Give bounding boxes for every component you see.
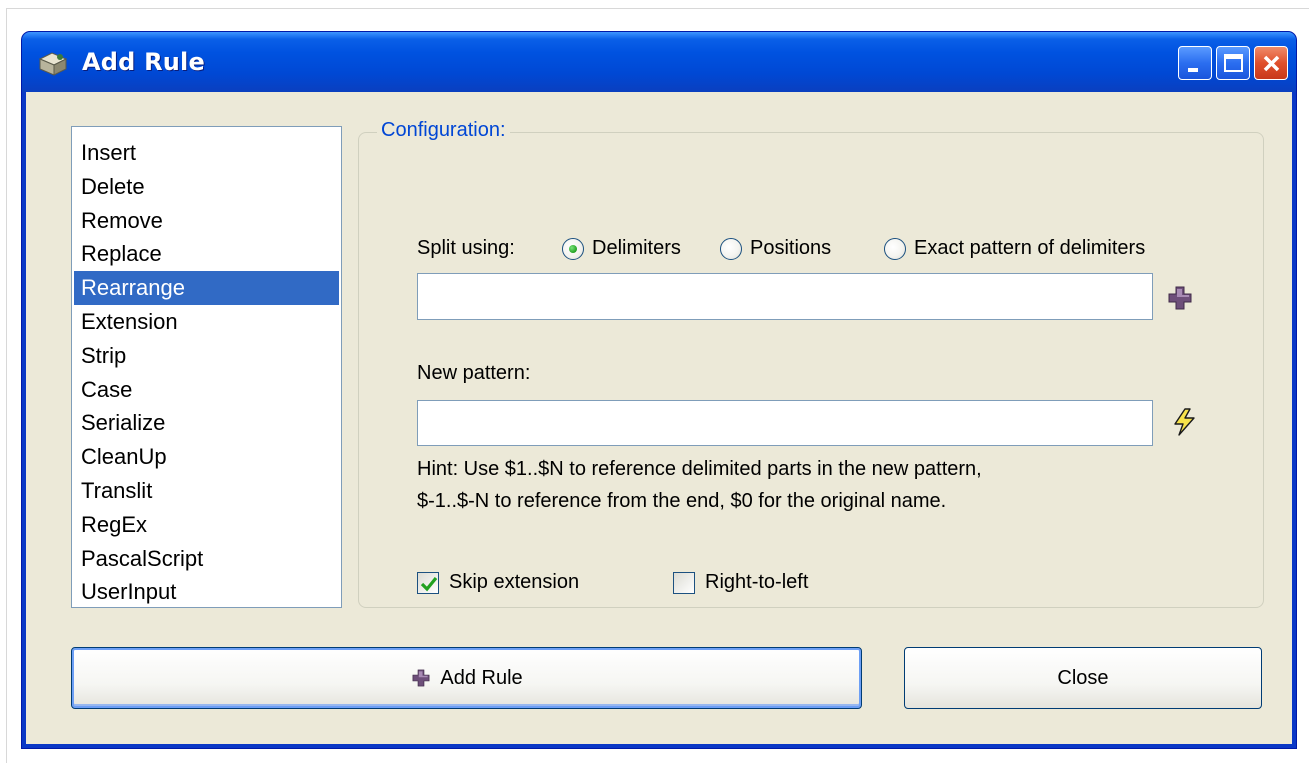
skip-extension-label[interactable]: Skip extension <box>449 571 579 594</box>
title-bar[interactable]: Add Rule <box>22 32 1296 92</box>
rule-item-delete[interactable]: Delete <box>74 170 339 204</box>
rule-item-remove[interactable]: Remove <box>74 204 339 238</box>
skip-extension-checkbox[interactable] <box>417 572 439 594</box>
rule-item-regex[interactable]: RegEx <box>74 508 339 542</box>
add-rule-button[interactable]: Add Rule <box>71 647 862 709</box>
close-icon <box>1263 55 1280 72</box>
radio-positions[interactable] <box>720 238 742 260</box>
close-button-label: Close <box>1057 666 1109 689</box>
rule-item-pascalscript[interactable]: PascalScript <box>74 542 339 576</box>
rule-item-userinput[interactable]: UserInput <box>74 575 339 609</box>
minimize-icon <box>1188 68 1198 72</box>
right-to-left-checkbox[interactable] <box>673 572 695 594</box>
lightning-icon[interactable] <box>1170 407 1200 437</box>
rule-item-replace[interactable]: Replace <box>74 237 339 271</box>
new-pattern-input[interactable] <box>417 400 1153 446</box>
rule-type-list[interactable]: Insert Delete Remove Replace Rearrange E… <box>71 126 342 608</box>
split-using-label: Split using: <box>417 237 515 259</box>
rule-item-cleanup[interactable]: CleanUp <box>74 440 339 474</box>
radio-positions-label[interactable]: Positions <box>750 237 831 260</box>
minimize-button[interactable] <box>1178 46 1212 80</box>
maximize-button[interactable] <box>1216 46 1250 80</box>
rule-item-insert[interactable]: Insert <box>74 136 339 170</box>
app-icon <box>38 52 68 76</box>
close-window-button[interactable] <box>1254 46 1288 80</box>
radio-exact-pattern[interactable] <box>884 238 906 260</box>
rule-item-strip[interactable]: Strip <box>74 339 339 373</box>
plus-icon <box>412 669 430 687</box>
maximize-icon <box>1224 54 1243 72</box>
delimiters-input[interactable] <box>417 273 1153 320</box>
radio-exact-pattern-label[interactable]: Exact pattern of delimiters <box>914 237 1145 260</box>
checkmark-icon <box>420 576 438 592</box>
hint-line-1: Hint: Use $1..$N to reference delimited … <box>417 458 982 480</box>
configuration-legend: Configuration: <box>377 119 510 142</box>
rule-item-extension[interactable]: Extension <box>74 305 339 339</box>
close-button[interactable]: Close <box>904 647 1262 709</box>
rule-item-serialize[interactable]: Serialize <box>74 406 339 440</box>
dialog-body: Insert Delete Remove Replace Rearrange E… <box>26 92 1292 744</box>
add-rule-button-label: Add Rule <box>440 666 523 689</box>
rule-item-rearrange[interactable]: Rearrange <box>74 271 339 305</box>
right-to-left-label[interactable]: Right-to-left <box>705 571 808 594</box>
radio-selected-dot <box>569 245 577 253</box>
radio-delimiters[interactable] <box>562 238 584 260</box>
hint-line-2: $-1..$-N to reference from the end, $0 f… <box>417 490 947 512</box>
radio-delimiters-label[interactable]: Delimiters <box>592 237 681 260</box>
add-rule-dialog: Add Rule Insert Delete Remove Replace Re… <box>21 31 1297 749</box>
plus-icon[interactable] <box>1165 283 1195 313</box>
new-pattern-label: New pattern: <box>417 362 531 384</box>
rule-item-case[interactable]: Case <box>74 373 339 407</box>
rule-item-translit[interactable]: Translit <box>74 474 339 508</box>
window-title: Add Rule <box>82 48 205 76</box>
